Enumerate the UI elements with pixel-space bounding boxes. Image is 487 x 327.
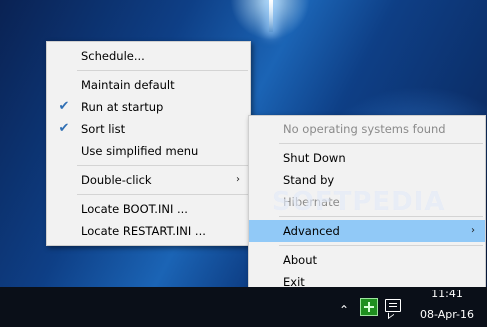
show-hidden-icons-chevron-icon[interactable]: ⌃ (337, 303, 351, 317)
menu-item-use-simplified-menu[interactable]: Use simplified menu (47, 140, 250, 162)
menu-item-locate-boot-ini[interactable]: Locate BOOT.INI ... (47, 198, 250, 220)
menu-item-label: Advanced (283, 224, 340, 238)
menu-item-label: No operating systems found (283, 122, 446, 136)
menu-item-locate-restart-ini[interactable]: Locate RESTART.INI ... (47, 220, 250, 242)
action-center-message-icon[interactable] (385, 299, 401, 312)
boot-manager-tray-icon[interactable] (360, 298, 378, 316)
menu-separator (77, 194, 248, 195)
menu-item-schedule[interactable]: Schedule... (47, 45, 250, 67)
wallpaper-light-beam (269, 0, 273, 32)
settings-context-menu: Schedule... Maintain default ✔ Run at st… (46, 41, 251, 246)
menu-item-label: Locate BOOT.INI ... (81, 202, 188, 216)
menu-item-label: Maintain default (81, 78, 175, 92)
menu-item-about[interactable]: About (249, 249, 485, 271)
menu-item-label: About (283, 253, 318, 267)
menu-item-label: Run at startup (81, 100, 164, 114)
menu-item-maintain-default[interactable]: Maintain default (47, 74, 250, 96)
menu-item-stand-by[interactable]: Stand by (249, 169, 485, 191)
menu-item-sort-list[interactable]: ✔ Sort list (47, 118, 250, 140)
menu-separator (279, 245, 483, 246)
power-context-menu: No operating systems found Shut Down Sta… (248, 115, 486, 296)
menu-separator (279, 216, 483, 217)
menu-item-label: Double-click (81, 173, 152, 187)
clock-date: 08-Apr-16 (419, 308, 475, 321)
menu-item-label: Sort list (81, 122, 126, 136)
menu-item-label: Schedule... (81, 49, 145, 63)
menu-item-label: Shut Down (283, 151, 346, 165)
menu-item-shut-down[interactable]: Shut Down (249, 147, 485, 169)
clock-time: 11:41 (431, 290, 463, 300)
menu-item-label: Use simplified menu (81, 144, 199, 158)
checkmark-icon: ✔ (58, 99, 70, 114)
menu-item-hibernate: Hibernate (249, 191, 485, 213)
menu-separator (279, 143, 483, 144)
menu-separator (77, 165, 248, 166)
checkmark-icon: ✔ (58, 121, 70, 136)
submenu-arrow-icon: › (471, 225, 475, 236)
menu-item-label: Stand by (283, 173, 335, 187)
taskbar-clock[interactable]: 11:41 08-Apr-16 (410, 290, 484, 322)
menu-item-label: Locate RESTART.INI ... (81, 224, 206, 238)
menu-item-label: Hibernate (283, 195, 340, 209)
menu-item-no-operating-systems: No operating systems found (249, 118, 485, 140)
menu-item-advanced[interactable]: Advanced › (249, 220, 485, 242)
menu-separator (77, 70, 248, 71)
menu-item-run-at-startup[interactable]: ✔ Run at startup (47, 96, 250, 118)
submenu-arrow-icon: › (236, 174, 240, 185)
menu-item-double-click[interactable]: Double-click › (47, 169, 250, 191)
